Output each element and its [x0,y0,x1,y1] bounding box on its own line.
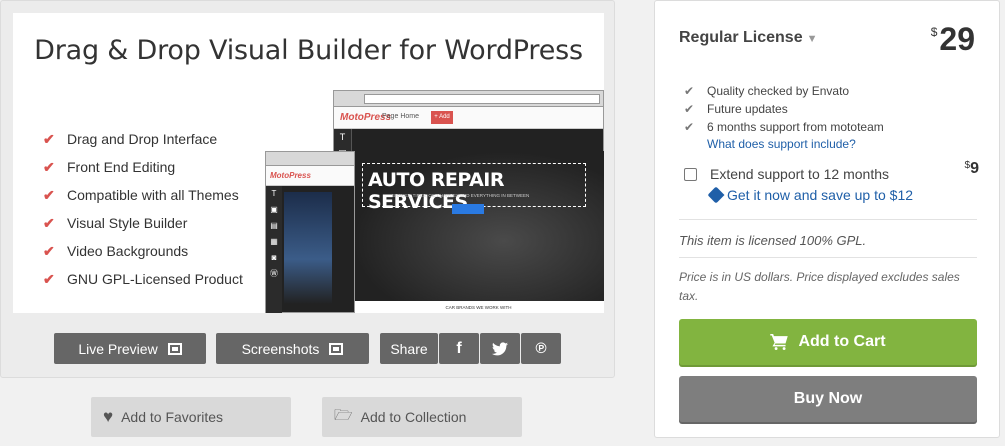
text-tool-icon: T [339,132,346,142]
check-icon: ✔ [684,102,695,116]
price-note: Price is in US dollars. Price displayed … [679,270,960,303]
license-price: $29 [930,21,975,57]
mockup-page-label: Page Home [382,113,419,120]
check-icon: ✔ [684,84,695,98]
product-banner[interactable]: Drag & Drop Visual Builder for WordPress… [13,13,604,313]
camera-tool-icon: ◙ [271,253,277,262]
product-preview-panel: Drag & Drop Visual Builder for WordPress… [0,0,615,378]
extend-support-price: $9 [964,160,979,177]
mockup-hero-subtitle: BRAKES, TIRES, OIL CHANGES AND EVERYTHIN… [392,193,530,198]
twitter-share-button[interactable] [480,333,520,364]
image-icon [329,342,344,355]
live-preview-button[interactable]: Live Preview [54,333,206,364]
pinterest-share-button[interactable]: ℗ [521,333,561,364]
check-icon: ✔ [43,214,55,231]
check-icon: ✔ [43,242,55,259]
license-feature-item: ✔ Future updates [684,102,788,116]
feature-item: ✔ Visual Style Builder [43,214,188,232]
add-to-cart-button[interactable]: Add to Cart [679,319,977,365]
heart-icon: ♥ [103,407,114,426]
feature-item: ✔ Drag and Drop Interface [43,130,218,148]
caret-down-icon: ▼ [806,33,818,45]
facebook-icon: f [456,339,462,357]
extend-support-row[interactable]: Extend support to 12 months $9 [684,160,979,184]
license-features: ✔ Quality checked by Envato ✔ Future updat… [684,82,884,136]
tablet-browser-bar [266,152,354,166]
wordpress-tool-icon: Ⓦ [270,269,278,278]
license-feature-item: ✔ Quality checked by Envato [684,84,850,98]
divider [679,219,977,220]
mockup-hero: AUTO REPAIR SERVICES BRAKES, TIRES, OIL … [352,151,604,301]
mockup-hero-title: AUTO REPAIR SERVICES [368,169,504,213]
license-selector[interactable]: Regular License ▼ [679,29,818,47]
mockup-toolbar: MotoPress Page Home + Add [334,107,603,129]
gallery-tool-icon: ▤ [270,221,278,230]
support-info-link[interactable]: What does support include? [707,137,856,151]
check-icon: ✔ [684,120,695,134]
tablet-sidebar: T ▣ ▤ ▦ ◙ Ⓦ [266,186,282,313]
tablet-toolbar: MotoPress [266,166,354,186]
feature-item: ✔ Front End Editing [43,158,176,176]
license-feature-item: ✔ 6 months support from mototeam [684,120,884,134]
check-icon: ✔ [43,130,55,147]
extend-support-checkbox[interactable] [684,167,697,181]
facebook-share-button[interactable]: f [439,333,479,364]
screenshots-button[interactable]: Screenshots [216,333,369,364]
cart-icon [770,334,789,350]
add-to-collection-button[interactable]: 🗁 Add to Collection [322,397,522,437]
pinterest-icon: ℗ [535,340,547,357]
mockup-add-button: + Add [431,111,453,124]
feature-item: ✔ Compatible with all Themes [43,186,239,204]
twitter-icon [492,341,508,355]
save-offer[interactable]: Get it now and save up to $12 [707,186,913,204]
tag-icon [707,186,725,204]
mockup-hero-button [452,204,484,214]
tablet-logo: MotoPress [270,171,311,180]
preview-icon [167,342,182,355]
divider [679,257,977,258]
buy-now-button[interactable]: Buy Now [679,376,977,422]
license-panel: Regular License ▼ $29 ✔ Quality checked by… [654,0,1000,438]
feature-item: ✔ GNU GPL-Licensed Product [43,270,243,288]
desktop-mockup: MotoPress Page Home + Add T▣▤▦◙Ⓦ AUTO RE… [333,90,604,313]
text-tool-icon: T [271,189,277,198]
gpl-note: This item is licensed 100% GPL. [679,233,867,248]
feature-item: ✔ Video Backgrounds [43,242,189,260]
feature-list: ✔ Drag and Drop Interface ✔ Front End Edit… [43,125,243,293]
share-label: Share [380,333,438,364]
tablet-mockup: MotoPress T ▣ ▤ ▦ ◙ Ⓦ [265,151,355,313]
banner-title: Drag & Drop Visual Builder for WordPress [34,35,583,66]
tablet-screen [284,192,332,304]
image-tool-icon: ▣ [270,205,278,214]
video-tool-icon: ▦ [270,237,278,246]
add-to-favorites-button[interactable]: ♥ Add to Favorites [91,397,291,437]
mockup-browser-bar [334,91,603,107]
check-icon: ✔ [43,158,55,175]
folder-icon: 🗁 [334,406,353,424]
mockup-bottom-text: CAR BRANDS WE WORK WITH [352,301,604,313]
mockup-url-bar [364,94,600,104]
check-icon: ✔ [43,270,55,287]
check-icon: ✔ [43,186,55,203]
